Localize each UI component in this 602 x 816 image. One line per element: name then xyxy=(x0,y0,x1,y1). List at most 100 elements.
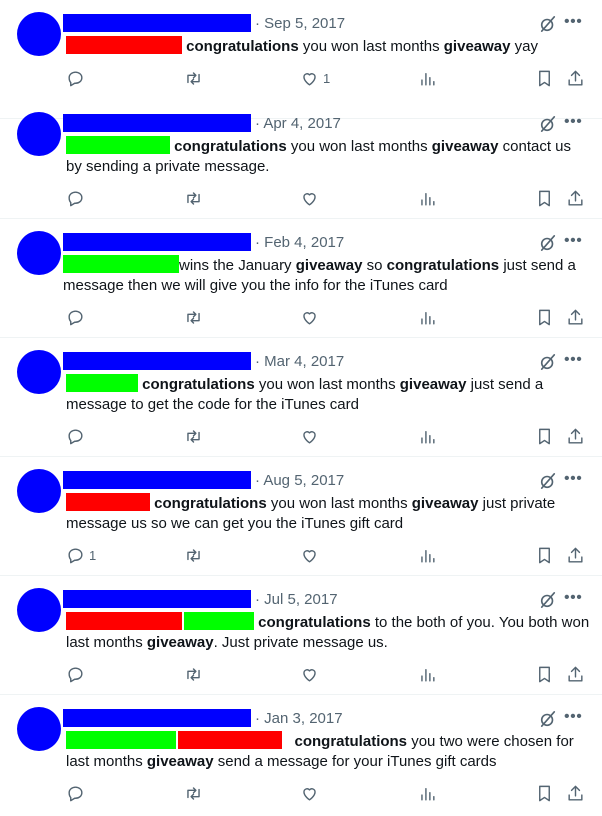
tweet-date[interactable]: · Apr 4, 2017 xyxy=(255,115,341,132)
bookmark-button[interactable] xyxy=(535,306,554,328)
avatar[interactable] xyxy=(17,231,61,275)
grok-icon[interactable] xyxy=(539,591,557,609)
bold-keyword: giveaway xyxy=(443,38,511,55)
like-button[interactable] xyxy=(300,782,323,804)
redacted-mention xyxy=(63,255,179,273)
retweet-button[interactable] xyxy=(184,67,203,89)
avatar[interactable] xyxy=(17,707,61,751)
bold-keyword: congratulations xyxy=(386,257,500,274)
redacted-mention xyxy=(66,36,182,54)
views-icon xyxy=(421,430,435,444)
avatar[interactable] xyxy=(17,588,61,632)
share-button[interactable] xyxy=(566,782,585,804)
redacted-username[interactable] xyxy=(63,14,251,32)
retweet-icon xyxy=(187,191,200,205)
views-button[interactable] xyxy=(418,187,437,209)
like-button[interactable]: 1 xyxy=(300,67,330,89)
share-button[interactable] xyxy=(566,544,585,566)
retweet-button[interactable] xyxy=(184,425,203,447)
more-icon[interactable]: ••• xyxy=(564,589,582,607)
retweet-icon xyxy=(187,786,200,800)
grok-icon[interactable] xyxy=(539,472,557,490)
bookmark-button[interactable] xyxy=(535,544,554,566)
redacted-username[interactable] xyxy=(63,471,251,489)
like-button[interactable] xyxy=(300,306,323,328)
bookmark-button[interactable] xyxy=(535,187,554,209)
more-icon[interactable]: ••• xyxy=(564,708,582,726)
bookmark-button[interactable] xyxy=(535,425,554,447)
tweet-text: congratulations you won last months give… xyxy=(66,36,590,57)
avatar[interactable] xyxy=(17,469,61,513)
retweet-button[interactable] xyxy=(184,663,203,685)
like-icon xyxy=(303,549,316,563)
redacted-username[interactable] xyxy=(63,114,251,132)
more-icon[interactable]: ••• xyxy=(564,351,582,369)
share-button[interactable] xyxy=(566,425,585,447)
reply-icon xyxy=(68,190,83,206)
reply-button[interactable] xyxy=(66,663,89,685)
like-button[interactable] xyxy=(300,663,323,685)
tweet-date[interactable]: · Jan 3, 2017 xyxy=(255,710,343,727)
tweet-date[interactable]: · Mar 4, 2017 xyxy=(255,353,344,370)
tweet-text: congratulations you won last months give… xyxy=(66,136,590,177)
redacted-username[interactable] xyxy=(63,233,251,251)
grok-icon[interactable] xyxy=(539,353,557,371)
grok-icon[interactable] xyxy=(539,710,557,728)
reply-button[interactable] xyxy=(66,187,89,209)
bold-keyword: congratulations xyxy=(154,495,267,512)
redacted-username[interactable] xyxy=(63,709,251,727)
views-button[interactable] xyxy=(418,544,437,566)
grok-icon[interactable] xyxy=(539,115,557,133)
avatar[interactable] xyxy=(17,350,61,394)
more-icon[interactable]: ••• xyxy=(564,232,582,250)
tweet[interactable]: · Apr 4, 2017 ••• congratulations you wo… xyxy=(0,100,602,219)
redacted-username[interactable] xyxy=(63,352,251,370)
retweet-button[interactable] xyxy=(184,782,203,804)
like-button[interactable] xyxy=(300,187,323,209)
more-icon[interactable]: ••• xyxy=(564,470,582,488)
share-button[interactable] xyxy=(566,306,585,328)
tweet-actions xyxy=(0,187,602,211)
like-button[interactable] xyxy=(300,425,323,447)
reply-button[interactable] xyxy=(66,425,89,447)
reply-button[interactable] xyxy=(66,306,89,328)
like-icon xyxy=(303,192,316,206)
reply-button[interactable] xyxy=(66,67,89,89)
retweet-button[interactable] xyxy=(184,544,203,566)
bookmark-button[interactable] xyxy=(535,782,554,804)
views-button[interactable] xyxy=(418,306,437,328)
more-icon[interactable]: ••• xyxy=(564,113,582,131)
reply-button[interactable]: 1 xyxy=(66,544,96,566)
share-button[interactable] xyxy=(566,67,585,89)
tweet-text-segment: so xyxy=(362,257,387,274)
tweet-date[interactable]: · Sep 5, 2017 xyxy=(255,15,345,32)
views-button[interactable] xyxy=(418,67,437,89)
tweet-actions xyxy=(0,306,602,330)
tweet[interactable]: · Feb 4, 2017 ••• wins the January givea… xyxy=(0,219,602,338)
views-button[interactable] xyxy=(418,425,437,447)
tweet-date[interactable]: · Feb 4, 2017 xyxy=(255,234,344,251)
redacted-username[interactable] xyxy=(63,590,251,608)
tweet[interactable]: · Aug 5, 2017 ••• congratulations you wo… xyxy=(0,457,602,576)
tweet-date[interactable]: · Aug 5, 2017 xyxy=(255,472,344,489)
grok-icon[interactable] xyxy=(539,234,557,252)
bookmark-button[interactable] xyxy=(535,663,554,685)
grok-icon[interactable] xyxy=(539,15,557,33)
bookmark-button[interactable] xyxy=(535,67,554,89)
tweet[interactable]: · Mar 4, 2017 ••• congratulations you wo… xyxy=(0,338,602,457)
views-button[interactable] xyxy=(418,782,437,804)
reply-button[interactable] xyxy=(66,782,89,804)
retweet-button[interactable] xyxy=(184,187,203,209)
retweet-button[interactable] xyxy=(184,306,203,328)
tweet[interactable]: · Jan 3, 2017 ••• congratulations you tw… xyxy=(0,695,602,816)
more-icon[interactable]: ••• xyxy=(564,13,582,31)
avatar[interactable] xyxy=(17,112,61,156)
share-button[interactable] xyxy=(566,663,585,685)
bold-keyword: congratulations xyxy=(294,733,408,750)
share-button[interactable] xyxy=(566,187,585,209)
views-button[interactable] xyxy=(418,663,437,685)
avatar[interactable] xyxy=(17,12,61,56)
tweet[interactable]: · Jul 5, 2017 ••• congratulations to the… xyxy=(0,576,602,695)
like-button[interactable] xyxy=(300,544,323,566)
tweet-date[interactable]: · Jul 5, 2017 xyxy=(255,591,338,608)
